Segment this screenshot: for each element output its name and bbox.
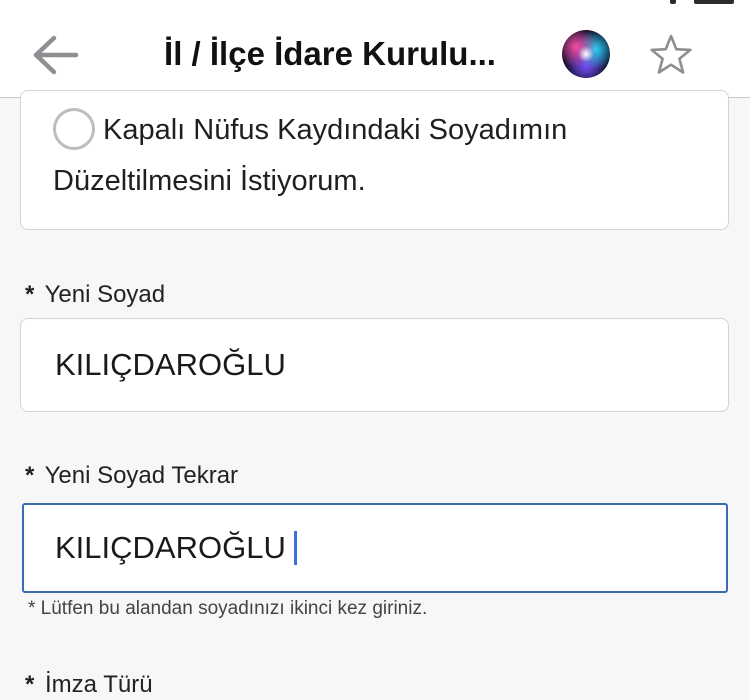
siri-icon[interactable] — [562, 30, 610, 78]
favorite-button[interactable] — [648, 32, 694, 78]
text-caret — [293, 531, 297, 565]
back-button[interactable] — [30, 32, 80, 78]
new-surname-repeat-input[interactable]: KILIÇDAROĞLU — [22, 503, 728, 593]
form-content: Kapalı Nüfus Kaydındaki Soyadımın Düzelt… — [0, 90, 750, 698]
siri-glow — [578, 46, 594, 62]
radio-option-card[interactable]: Kapalı Nüfus Kaydındaki Soyadımın Düzelt… — [20, 90, 729, 230]
radio-option-label: Kapalı Nüfus Kaydındaki Soyadımın Düzelt… — [53, 114, 568, 197]
new-surname-repeat-label: * Yeni Soyad Tekrar — [25, 461, 238, 491]
required-mark: * — [25, 462, 35, 489]
status-bar-remnant — [0, 0, 750, 8]
signature-type-label: * İmza Türü — [25, 670, 153, 700]
star-outline-icon — [650, 34, 692, 74]
new-surname-input[interactable]: KILIÇDAROĞLU — [20, 318, 729, 412]
new-surname-value: KILIÇDAROĞLU — [55, 347, 286, 382]
new-surname-label: * Yeni Soyad — [25, 280, 165, 310]
navigation-bar: İl / İlçe İdare Kurulu... — [0, 0, 750, 98]
page-title: İl / İlçe İdare Kurulu... — [164, 35, 496, 72]
required-mark: * — [25, 671, 35, 698]
new-surname-repeat-hint: * Lütfen bu alandan soyadınızı ikinci ke… — [28, 598, 428, 619]
new-surname-label-text: Yeni Soyad — [44, 281, 166, 308]
arrow-left-icon — [33, 35, 79, 75]
signature-type-label-text: İmza Türü — [45, 671, 153, 698]
new-surname-repeat-label-text: Yeni Soyad Tekrar — [44, 462, 239, 489]
new-surname-repeat-value: KILIÇDAROĞLU — [55, 530, 286, 565]
required-mark: * — [25, 281, 35, 308]
